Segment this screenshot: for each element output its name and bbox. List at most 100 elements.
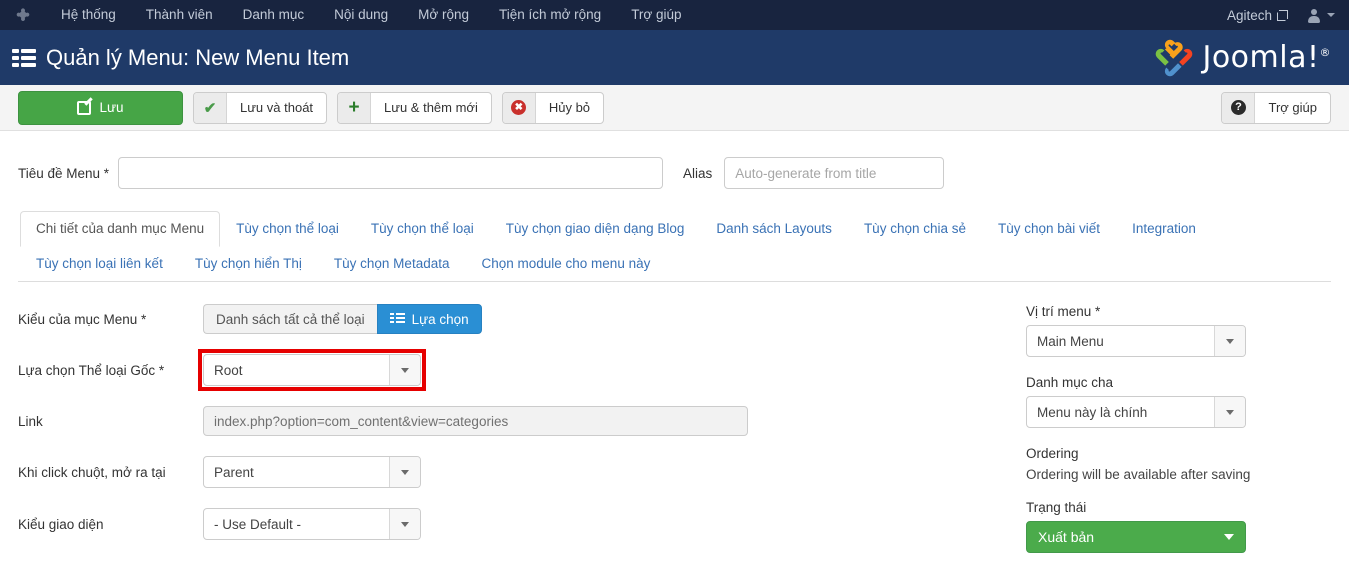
save-pencil-icon — [77, 100, 92, 115]
form-main-column: Kiểu của mục Menu * Danh sách tất cả thể… — [18, 304, 1018, 571]
menu-item-he-thong[interactable]: Hệ thống — [46, 0, 131, 30]
field-root-category: Lựa chọn Thể loại Gốc * Root — [18, 349, 1018, 391]
tab-danh-sach-layouts[interactable]: Danh sách Layouts — [700, 211, 848, 247]
menu-item-tien-ich-mo-rong[interactable]: Tiện ích mở rộng — [484, 0, 616, 30]
status-label: Trạng thái — [1026, 500, 1087, 515]
help-label: Trợ giúp — [1268, 100, 1317, 115]
alias-input[interactable] — [724, 157, 945, 189]
save-button[interactable]: Lưu — [18, 90, 183, 125]
page-title: Quản lý Menu: New Menu Item — [46, 44, 350, 70]
menu-location-dropdown-arrow[interactable] — [1214, 326, 1245, 356]
template-style-label: Kiểu giao diện — [18, 516, 104, 532]
joomla-mini-icon — [16, 8, 30, 21]
form-area: Kiểu của mục Menu * Danh sách tất cả thể… — [18, 282, 1331, 571]
save-button-label: Lưu — [99, 100, 124, 115]
root-category-select[interactable]: Root — [203, 354, 421, 386]
help-button[interactable]: ? Trợ giúp — [1221, 91, 1331, 124]
question-circle-icon: ? — [1222, 92, 1256, 123]
chevron-down-icon — [1226, 338, 1234, 344]
link-input[interactable] — [203, 406, 748, 436]
menu-grid-icon — [12, 48, 36, 67]
joomla-brand-logo: Joomla!® — [1153, 38, 1331, 78]
menu-location-label: Vị trí menu * — [1026, 304, 1101, 319]
menu-item-type-group: Danh sách tất cả thể loại Lựa chọn — [203, 304, 482, 334]
template-style-dropdown-arrow[interactable] — [389, 509, 420, 539]
ordering-note: Ordering will be available after saving — [1026, 467, 1251, 482]
plus-icon: + — [338, 92, 372, 123]
root-category-label: Lựa chọn Thể loại Gốc * — [18, 362, 165, 378]
parent-item-dropdown-arrow[interactable] — [1214, 397, 1245, 427]
target-window-dropdown-arrow[interactable] — [389, 457, 420, 487]
select-menu-item-type-label: Lựa chọn — [411, 311, 469, 327]
joomla-brand-icon — [1156, 39, 1193, 76]
chevron-down-icon — [401, 469, 409, 475]
tab-integration[interactable]: Integration — [1116, 211, 1212, 247]
link-label: Link — [18, 413, 43, 429]
alias-label: Alias — [683, 165, 713, 181]
tab-tuy-chon-giao-dien-blog[interactable]: Tùy chọn giao diện dạng Blog — [490, 211, 701, 247]
tabs-row-1: Chi tiết của danh mục Menu Tùy chọn thể … — [20, 211, 1331, 281]
menu-item-type-label: Kiểu của mục Menu * — [18, 311, 147, 327]
external-link-icon — [1277, 9, 1288, 21]
field-status: Trạng thái Xuất bản — [1026, 500, 1331, 553]
title-alias-row: Tiêu đề Menu * Alias — [18, 131, 1331, 193]
parent-item-select[interactable]: Menu này là chính — [1026, 396, 1246, 428]
joomla-logo-icon[interactable] — [0, 7, 46, 23]
root-category-dropdown-arrow[interactable] — [389, 355, 420, 385]
cancel-circle-icon: ✖ — [502, 92, 536, 123]
parent-item-label: Danh mục cha — [1026, 375, 1114, 390]
tab-tuy-chon-loai-lien-ket[interactable]: Tùy chọn loại liên kết — [20, 246, 179, 282]
menu-title-label: Tiêu đề Menu * — [18, 165, 110, 181]
tab-bar: Chi tiết của danh mục Menu Tùy chọn thể … — [18, 211, 1331, 282]
field-menu-item-type: Kiểu của mục Menu * Danh sách tất cả thể… — [18, 304, 1018, 334]
status-select[interactable]: Xuất bản — [1026, 521, 1246, 553]
tab-tuy-chon-hien-thi[interactable]: Tùy chọn hiển Thị — [179, 246, 318, 282]
menu-item-thanh-vien[interactable]: Thành viên — [131, 0, 228, 30]
tab-tuy-chon-chia-se[interactable]: Tùy chọn chia sẻ — [848, 211, 982, 247]
target-window-label: Khi click chuột, mở ra tại — [18, 464, 166, 480]
cancel-button[interactable]: ✖ Hủy bỏ — [501, 91, 605, 124]
select-menu-item-type-button[interactable]: Lựa chọn — [376, 304, 482, 334]
chevron-down-icon — [401, 367, 409, 373]
save-and-close-button[interactable]: ✔ Lưu và thoát — [193, 91, 328, 124]
page-content: Tiêu đề Menu * Alias Chi tiết của danh m… — [0, 131, 1349, 571]
menu-location-value: Main Menu — [1037, 333, 1104, 349]
tab-tuy-chon-the-loai-1[interactable]: Tùy chọn thể loại — [220, 211, 355, 247]
field-template-style: Kiểu giao diện - Use Default - — [18, 508, 1018, 540]
target-window-value: Parent — [214, 464, 254, 480]
menu-item-tro-giup[interactable]: Trợ giúp — [616, 0, 696, 30]
chevron-down-icon — [1226, 409, 1234, 415]
menu-location-select[interactable]: Main Menu — [1026, 325, 1246, 357]
header-icon-wrap — [0, 48, 46, 67]
user-menu-button[interactable] — [1302, 8, 1335, 23]
editor-toolbar: Lưu ✔ Lưu và thoát + Lưu & thêm mới ✖ Hủ… — [0, 85, 1349, 131]
joomla-brand-text: Joomla! — [1202, 40, 1320, 75]
chevron-down-icon — [1224, 534, 1234, 540]
ordering-label: Ordering — [1026, 446, 1079, 461]
page-header: Quản lý Menu: New Menu Item Joomla!® — [0, 30, 1349, 85]
field-menu-location: Vị trí menu * Main Menu — [1026, 304, 1331, 357]
tab-chon-module-cho-menu-nay[interactable]: Chọn module cho menu này — [465, 246, 666, 282]
menu-item-noi-dung[interactable]: Nội dung — [319, 0, 403, 30]
form-sidebar-column: Vị trí menu * Main Menu Danh mục cha Men… — [1018, 304, 1331, 571]
template-style-value: - Use Default - — [214, 516, 302, 532]
admin-main-menu: Hệ thống Thành viên Danh mục Nội dung Mở… — [46, 0, 1227, 30]
site-preview-link[interactable]: Agitech — [1227, 8, 1288, 23]
template-style-select[interactable]: - Use Default - — [203, 508, 421, 540]
save-and-new-label: Lưu & thêm mới — [384, 100, 478, 115]
save-and-close-label: Lưu và thoát — [240, 100, 314, 115]
tab-chi-tiet-danh-muc-menu[interactable]: Chi tiết của danh mục Menu — [20, 211, 221, 247]
tab-tuy-chon-bai-viet[interactable]: Tùy chọn bài viết — [982, 211, 1116, 247]
field-parent-item: Danh mục cha Menu này là chính — [1026, 375, 1331, 428]
parent-item-value: Menu này là chính — [1037, 404, 1148, 420]
tab-tuy-chon-the-loai-2[interactable]: Tùy chọn thể loại — [355, 211, 490, 247]
chevron-down-icon — [401, 521, 409, 527]
tab-tuy-chon-metadata[interactable]: Tùy chọn Metadata — [318, 246, 466, 282]
menu-item-mo-rong[interactable]: Mở rộng — [403, 0, 484, 30]
save-and-new-button[interactable]: + Lưu & thêm mới — [337, 91, 492, 124]
field-ordering: Ordering Ordering will be available afte… — [1026, 446, 1331, 482]
target-window-select[interactable]: Parent — [203, 456, 421, 488]
field-target-window: Khi click chuột, mở ra tại Parent — [18, 456, 1018, 488]
menu-item-danh-muc[interactable]: Danh mục — [228, 0, 320, 30]
menu-title-input[interactable] — [118, 157, 663, 189]
